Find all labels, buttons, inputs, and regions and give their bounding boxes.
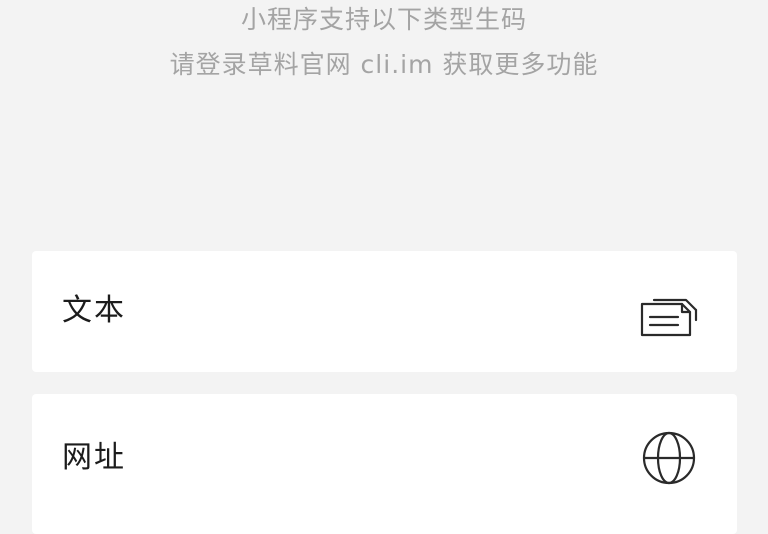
- option-text[interactable]: 文本: [32, 251, 737, 372]
- option-url[interactable]: 网址: [32, 394, 737, 534]
- globe-icon: [638, 427, 700, 489]
- option-text-label: 文本: [62, 293, 126, 328]
- text-document-icon: [638, 284, 700, 346]
- option-url-label: 网址: [62, 440, 126, 475]
- intro-line-login-hint: 请登录草料官网 cli.im 获取更多功能: [169, 50, 599, 79]
- intro-line-supported-types: 小程序支持以下类型生码: [240, 5, 527, 34]
